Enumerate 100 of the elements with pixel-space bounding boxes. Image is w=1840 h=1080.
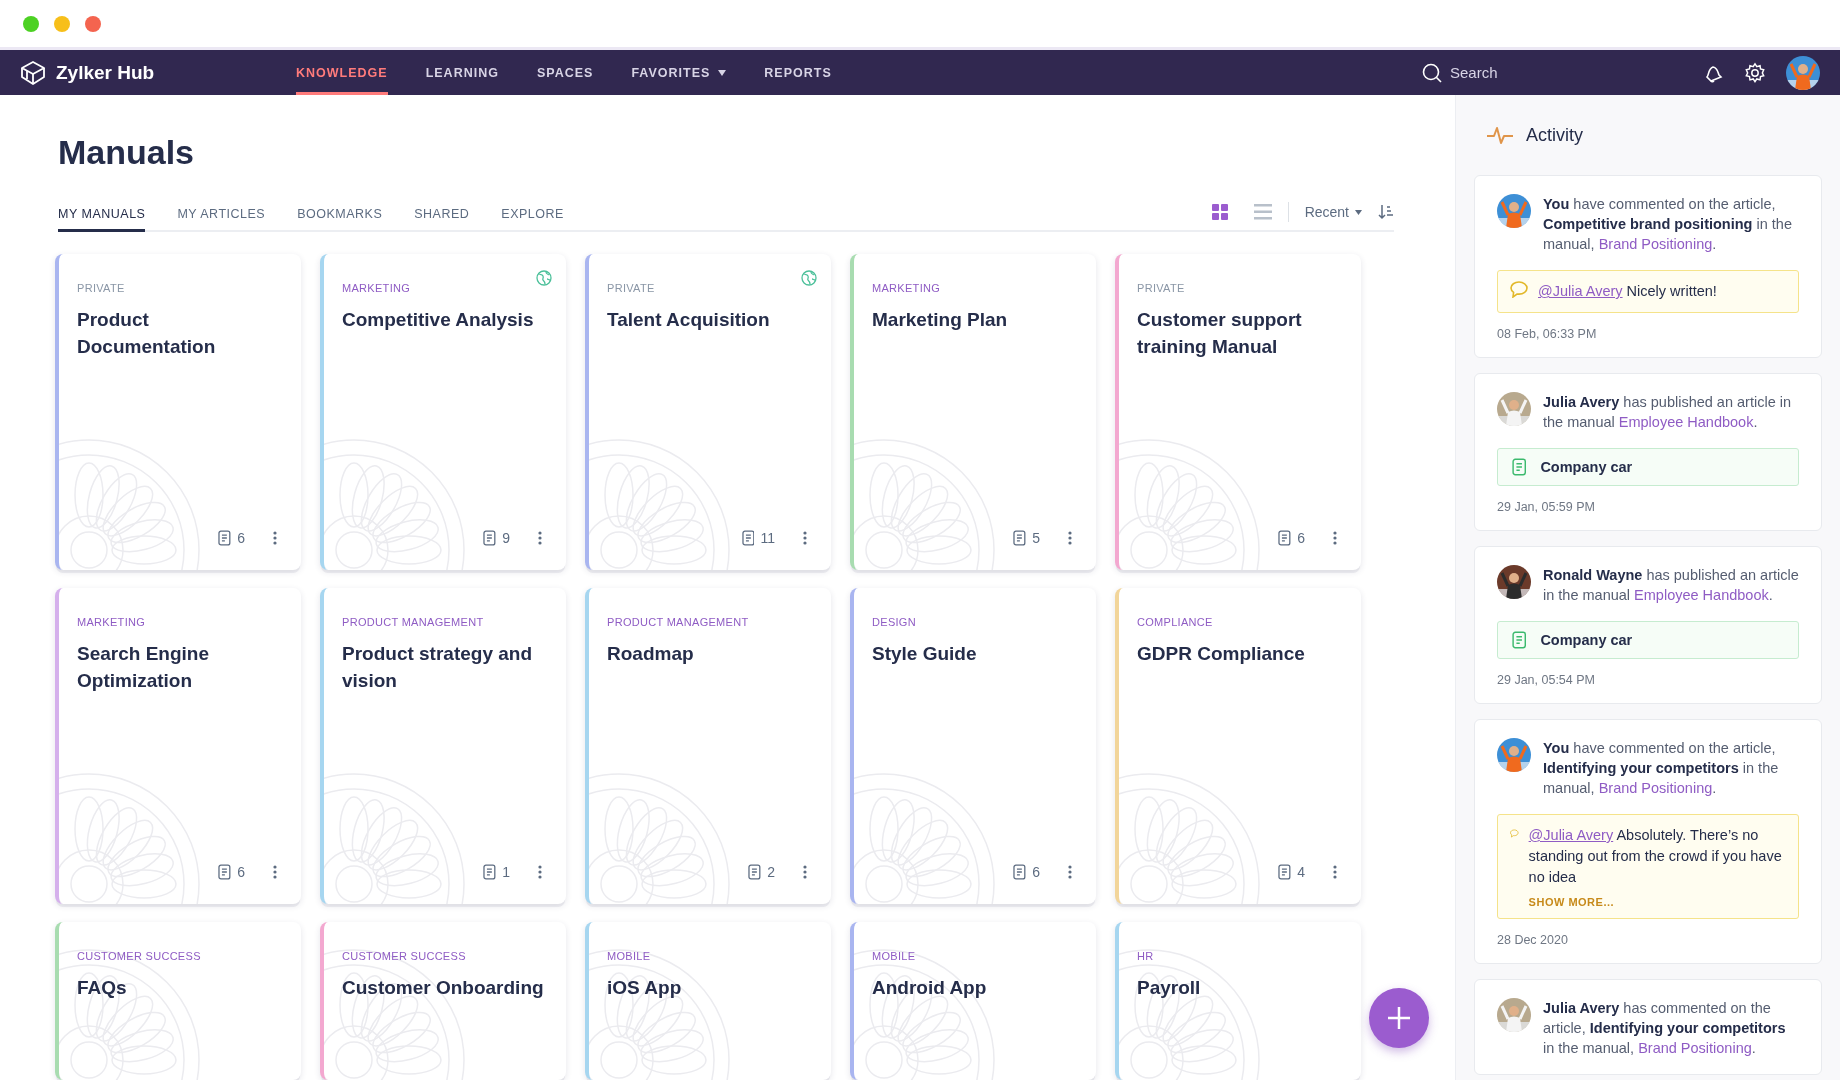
manual-title: Style Guide — [872, 642, 978, 666]
comment-text: @Julia Avery Absolutely. There’s no standing out from the crowd if you have no idea — [1528, 826, 1783, 887]
document-icon — [1013, 864, 1027, 880]
document-icon — [483, 864, 497, 880]
manual-card[interactable]: PRODUCT MANAGEMENT Roadmap 2 — [585, 588, 831, 904]
article-count: 6 — [1297, 530, 1305, 546]
section-tab[interactable]: BOOKMARKS — [297, 207, 383, 232]
category-label: CUSTOMER SUCCESS — [77, 950, 202, 962]
manual-card[interactable]: COMPLIANCE GDPR Compliance 4 — [1115, 588, 1361, 904]
nav-tab[interactable]: SPACES — [536, 50, 594, 95]
manual-title: Customer Onboarding — [342, 976, 545, 1000]
category-label: PRODUCT MANAGEMENT — [607, 616, 750, 628]
section-tab[interactable]: MY MANUALS — [58, 207, 146, 232]
manual-card[interactable]: CUSTOMER SUCCESS FAQs — [55, 922, 301, 1080]
manual-card[interactable]: MARKETING Competitive Analysis 9 — [320, 254, 566, 570]
document-icon — [1512, 631, 1527, 649]
manual-card[interactable]: PRIVATE Customer support training Manual 6 — [1115, 254, 1361, 570]
manual-card[interactable]: PRIVATE Product Documentation 6 — [55, 254, 301, 570]
activity-message: You have commented on the article, Competitive brand positioning in the manual, Brand Positioning. — [1543, 195, 1793, 254]
grid-view-icon[interactable] — [1211, 204, 1228, 220]
document-icon — [1278, 864, 1292, 880]
sort-dropdown[interactable]: Recent — [1304, 204, 1362, 220]
manual-card[interactable]: MARKETING Marketing Plan 5 — [850, 254, 1096, 570]
document-icon — [218, 530, 232, 546]
document-icon — [483, 530, 497, 546]
manual-card[interactable]: PRODUCT MANAGEMENT Product strategy and vision 1 — [320, 588, 566, 904]
article-count: 1 — [502, 864, 510, 880]
manual-card[interactable]: CUSTOMER SUCCESS Customer Onboarding — [320, 922, 566, 1080]
mention-link[interactable]: @Julia Avery — [1528, 827, 1614, 843]
document-icon — [1278, 530, 1292, 546]
article-count: 6 — [237, 864, 245, 880]
activity-message: You have commented on the article, Identifying your competitors in the manual, Brand Positioning. — [1543, 739, 1780, 798]
manual-title: Marketing Plan — [872, 308, 1009, 332]
comment-text: @Julia Avery Nicely written! — [1538, 282, 1717, 301]
manual-card[interactable]: PRIVATE Talent Acquisition 11 — [585, 254, 831, 570]
document-icon — [748, 864, 762, 880]
document-icon — [218, 864, 232, 880]
article-count: 9 — [502, 530, 510, 546]
plus-icon — [1386, 1005, 1412, 1031]
nav-tab[interactable]: REPORTS — [764, 50, 832, 95]
category-label: PRIVATE — [1137, 282, 1186, 294]
section-tab[interactable]: MY ARTICLES — [177, 207, 266, 232]
article-count: 4 — [1297, 864, 1305, 880]
manual-card[interactable]: HR Payroll — [1115, 922, 1361, 1080]
nav-tab[interactable]: KNOWLEDGE — [296, 50, 388, 95]
activity-message: Ronald Wayne has published an article in the manual Employee Handbook. — [1543, 566, 1799, 605]
activity-time: 08 Feb, 06:33 PM — [1497, 327, 1598, 341]
manual-title: GDPR Compliance — [1137, 642, 1306, 666]
document-icon — [741, 530, 755, 546]
speech-bubble-icon — [1510, 281, 1528, 298]
nav-tab[interactable]: LEARNING — [425, 50, 499, 95]
article-link[interactable]: Company car — [1497, 621, 1799, 659]
manual-title: Payroll — [1137, 976, 1202, 1000]
section-tab[interactable]: EXPLORE — [501, 207, 564, 232]
manual-title: FAQs — [77, 976, 128, 1000]
nav-tab[interactable]: FAVORITES — [631, 50, 727, 95]
article-count: 6 — [237, 530, 245, 546]
article-count: 2 — [767, 864, 775, 880]
manual-card[interactable]: MARKETING Search Engine Optimization 6 — [55, 588, 301, 904]
page-title: Manuals — [58, 133, 196, 172]
category-label: PRIVATE — [607, 282, 656, 294]
manual-title: Android App — [872, 976, 988, 1000]
document-icon — [1512, 458, 1527, 476]
manual-link[interactable]: Employee Handbook — [1634, 587, 1769, 603]
manual-card[interactable]: MOBILE iOS App — [585, 922, 831, 1080]
user-avatar-button[interactable] — [1786, 55, 1820, 90]
mention-link[interactable]: @Julia Avery — [1538, 283, 1623, 299]
category-label: MARKETING — [342, 282, 412, 294]
manual-title: iOS App — [607, 976, 683, 1000]
manual-title: Roadmap — [607, 642, 695, 666]
sort-order-icon[interactable] — [1378, 204, 1394, 220]
category-label: DESIGN — [872, 616, 917, 628]
manual-link[interactable]: Employee Handbook — [1618, 414, 1754, 430]
activity-time: 29 Jan, 05:54 PM — [1497, 673, 1596, 687]
article-link[interactable]: Company car — [1497, 448, 1799, 486]
manual-title: Talent Acquisition — [607, 308, 771, 332]
manual-link[interactable]: Brand Positioning — [1638, 1040, 1752, 1056]
article-count: 6 — [1032, 864, 1040, 880]
pulse-icon — [1486, 125, 1514, 145]
app-name: Zylker Hub — [56, 61, 156, 84]
search-field[interactable]: Search — [1448, 63, 1568, 82]
add-button[interactable] — [1369, 988, 1429, 1048]
category-label: MARKETING — [77, 616, 147, 628]
manual-title: Search Engine Optimization — [77, 642, 210, 693]
close-button[interactable] — [85, 15, 101, 32]
settings-icon[interactable] — [1744, 61, 1766, 84]
article-count: 5 — [1032, 530, 1040, 546]
activity-time: 28 Dec 2020 — [1497, 933, 1569, 947]
manual-title: Product strategy and vision — [342, 642, 534, 693]
manual-card[interactable]: DESIGN Style Guide 6 — [850, 588, 1096, 904]
section-tab[interactable]: SHARED — [414, 207, 470, 232]
manual-card[interactable]: MOBILE Android App — [850, 922, 1096, 1080]
manual-title: Competitive Analysis — [342, 308, 535, 332]
article-count: 11 — [760, 530, 775, 546]
category-label: HR — [1137, 950, 1155, 962]
manual-title: Customer support training Manual — [1137, 308, 1303, 359]
search-icon — [1422, 62, 1442, 83]
activity-message: Julia Avery has commented on the article, Identifying your competitors in the manual, Brand Positioning. — [1543, 999, 1787, 1058]
category-label: COMPLIANCE — [1137, 616, 1214, 628]
category-label: MOBILE — [607, 950, 652, 962]
